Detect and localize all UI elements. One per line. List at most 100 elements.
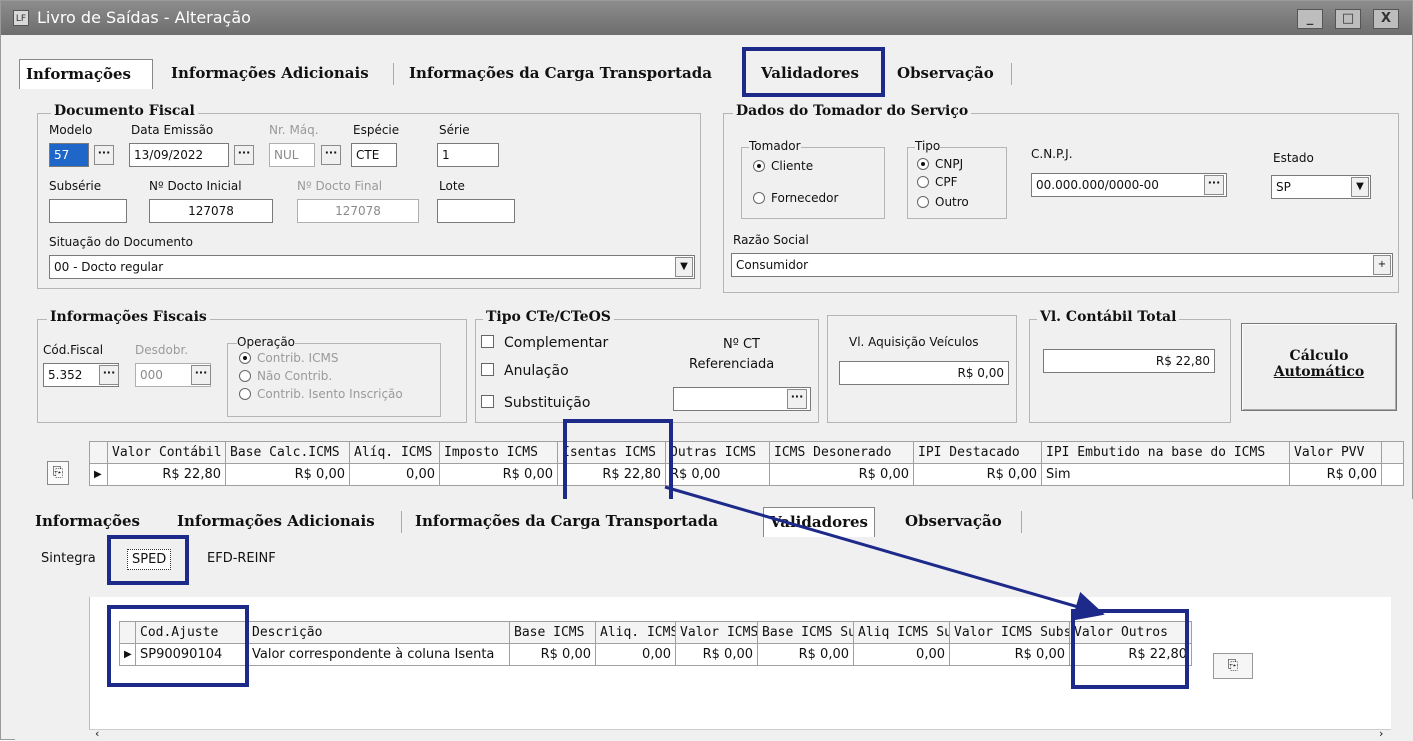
table-row[interactable]: ▶ SP90090104 Valor correspondente à colu… — [119, 643, 1192, 666]
tab-validadores-lower[interactable]: Validadores — [763, 507, 875, 537]
cell-icms-desonerado[interactable]: R$ 0,00 — [769, 463, 914, 486]
col-isentas-icms[interactable]: Isentas ICMS — [557, 441, 666, 464]
lote-field[interactable] — [437, 199, 515, 223]
cell-valor-outros[interactable]: R$ 22,80 — [1069, 643, 1192, 666]
col-valor-contabil[interactable]: Valor Contábil — [107, 441, 226, 464]
tab-validadores[interactable]: Validadores — [755, 59, 865, 89]
radio-contrib-isento[interactable]: Contrib. Isento Inscrição — [239, 387, 403, 401]
col-base-calc-icms[interactable]: Base Calc.ICMS — [225, 441, 350, 464]
cnpj-lookup-button[interactable]: ··· — [1204, 175, 1224, 195]
modelo-lookup-button[interactable]: ··· — [94, 145, 114, 165]
close-button[interactable]: X — [1373, 9, 1399, 29]
especie-field[interactable]: CTE — [351, 143, 397, 167]
cod-fiscal-lookup-button[interactable]: ··· — [99, 365, 119, 385]
sped-ajustes-grid[interactable]: Cod.Ajuste Descrição Base ICMS Aliq. ICM… — [119, 621, 1192, 666]
desdobr-lookup-button[interactable]: ··· — [191, 365, 211, 385]
minimize-button[interactable]: _ — [1297, 9, 1323, 29]
col-cod-ajuste[interactable]: Cod.Ajuste — [135, 621, 248, 644]
col-valor-icms-st[interactable]: Valor ICMS Subs — [949, 621, 1070, 644]
checkbox-complementar[interactable]: Complementar — [481, 335, 608, 351]
situacao-select[interactable]: 00 - Docto regular — [49, 255, 695, 279]
checkbox-substituicao[interactable]: Substituição — [481, 395, 590, 411]
cell-imposto-icms[interactable]: R$ 0,00 — [439, 463, 558, 486]
chevron-right-icon[interactable]: › — [1379, 727, 1383, 740]
col-valor-pvv[interactable]: Valor PVV — [1289, 441, 1382, 464]
document-edit-icon[interactable]: ⎘ — [1213, 653, 1253, 679]
veiculos-field[interactable]: R$ 0,00 — [839, 361, 1009, 385]
cell-base-icms-st[interactable]: R$ 0,00 — [757, 643, 854, 666]
cell-ipi-destacado[interactable]: R$ 0,00 — [913, 463, 1042, 486]
tab-observacao[interactable]: Observação — [891, 59, 1000, 89]
cell-aliq-icms[interactable]: 0,00 — [349, 463, 440, 486]
cell-valor-icms-st[interactable]: R$ 0,00 — [949, 643, 1070, 666]
tab-informacoes-adicionais[interactable]: Informações Adicionais — [165, 59, 375, 89]
contabil-field[interactable]: R$ 22,80 — [1043, 349, 1215, 373]
col-ipi-embutido[interactable]: IPI Embutido na base do ICMS — [1041, 441, 1290, 464]
doc-final-field[interactable]: 127078 — [297, 199, 419, 223]
radio-cnpj[interactable]: CNPJ — [917, 157, 963, 171]
col-ipi-destacado[interactable]: IPI Destacado — [913, 441, 1042, 464]
col-outras-icms[interactable]: Outras ICMS — [665, 441, 770, 464]
cell-ipi-embutido[interactable]: Sim — [1041, 463, 1290, 486]
cell-valor-contabil[interactable]: R$ 22,80 — [107, 463, 226, 486]
col-aliq-icms[interactable]: Aliq. ICMS — [595, 621, 676, 644]
radio-outro[interactable]: Outro — [917, 195, 969, 209]
chevron-left-icon[interactable]: ‹ — [95, 727, 99, 740]
horizontal-scrollbar[interactable]: ‹ › — [89, 727, 1391, 741]
maximize-button[interactable]: □ — [1335, 9, 1361, 29]
data-emissao-field[interactable]: 13/09/2022 — [129, 143, 229, 167]
modelo-field[interactable]: 57 — [49, 143, 89, 167]
col-imposto-icms[interactable]: Imposto ICMS — [439, 441, 558, 464]
radio-nao-contrib[interactable]: Não Contrib. — [239, 369, 332, 383]
radio-cpf[interactable]: CPF — [917, 175, 958, 189]
cell-aliq-icms[interactable]: 0,00 — [595, 643, 676, 666]
doc-inicial-field[interactable]: 127078 — [149, 199, 273, 223]
calendar-button[interactable]: ··· — [234, 145, 254, 165]
cell-base-calc-icms[interactable]: R$ 0,00 — [225, 463, 350, 486]
tab-carga-transportada-lower[interactable]: Informações da Carga Transportada — [409, 507, 724, 537]
cell-aliq-icms-st[interactable]: 0,00 — [853, 643, 950, 666]
cell-descricao[interactable]: Valor correspondente à coluna Isenta — [247, 643, 510, 666]
cell-valor-icms[interactable]: R$ 0,00 — [675, 643, 758, 666]
subtab-efd-reinf[interactable]: EFD-REINF — [207, 551, 276, 566]
subtab-sintegra[interactable]: Sintegra — [41, 551, 96, 566]
subtab-sped[interactable]: SPED — [127, 549, 172, 570]
radio-fornecedor[interactable]: Fornecedor — [753, 191, 838, 205]
radio-cliente[interactable]: Cliente — [753, 159, 813, 173]
tab-observacao-lower[interactable]: Observação — [899, 507, 1008, 537]
plus-icon[interactable]: + — [1373, 255, 1391, 275]
cell-isentas-icms[interactable]: R$ 22,80 — [557, 463, 666, 486]
valores-grid[interactable]: Valor Contábil Base Calc.ICMS Alíq. ICMS… — [89, 441, 1404, 486]
cnpj-field[interactable]: 00.000.000/0000-00 — [1031, 173, 1227, 197]
table-row[interactable]: ▶ R$ 22,80 R$ 0,00 0,00 R$ 0,00 R$ 22,80… — [89, 463, 1404, 486]
checkbox-anulacao[interactable]: Anulação — [481, 363, 569, 379]
col-icms-desonerado[interactable]: ICMS Desonerado — [769, 441, 914, 464]
nr-maq-lookup-button[interactable]: ··· — [321, 145, 341, 165]
col-valor-outros[interactable]: Valor Outros — [1069, 621, 1192, 644]
ct-referenciada-lookup-button[interactable]: ··· — [787, 389, 807, 409]
cell-valor-pvv[interactable]: R$ 0,00 — [1289, 463, 1382, 486]
col-base-icms-st[interactable]: Base ICMS Su — [757, 621, 854, 644]
col-valor-icms[interactable]: Valor ICMS — [675, 621, 758, 644]
tab-informacoes[interactable]: Informações — [19, 59, 153, 89]
col-aliq-icms[interactable]: Alíq. ICMS — [349, 441, 440, 464]
cell-cod-ajuste[interactable]: SP90090104 — [135, 643, 248, 666]
cell-base-icms[interactable]: R$ 0,00 — [509, 643, 596, 666]
chevron-down-icon[interactable]: ▼ — [675, 257, 693, 277]
nr-maq-field[interactable]: NUL — [269, 143, 315, 167]
subserie-field[interactable] — [49, 199, 127, 223]
tab-informacoes-adicionais-lower[interactable]: Informações Adicionais — [171, 507, 381, 537]
cell-outras-icms[interactable]: R$ 0,00 — [665, 463, 770, 486]
tab-informacoes-lower[interactable]: Informações — [29, 507, 146, 537]
col-descricao[interactable]: Descrição — [247, 621, 510, 644]
radio-contrib-icms[interactable]: Contrib. ICMS — [239, 351, 338, 365]
calculo-automatico-button[interactable]: Cálculo Automático — [1241, 323, 1397, 411]
col-aliq-icms-st[interactable]: Aliq ICMS Sul — [853, 621, 950, 644]
tab-carga-transportada[interactable]: Informações da Carga Transportada — [403, 59, 718, 89]
col-base-icms[interactable]: Base ICMS — [509, 621, 596, 644]
title-bar[interactable]: LF Livro de Saídas - Alteração _ □ X — [1, 1, 1412, 35]
razao-social-field[interactable]: Consumidor — [731, 253, 1393, 277]
document-edit-icon[interactable]: ⎘ — [47, 461, 69, 485]
serie-field[interactable]: 1 — [437, 143, 499, 167]
chevron-down-icon[interactable]: ▼ — [1351, 177, 1369, 197]
